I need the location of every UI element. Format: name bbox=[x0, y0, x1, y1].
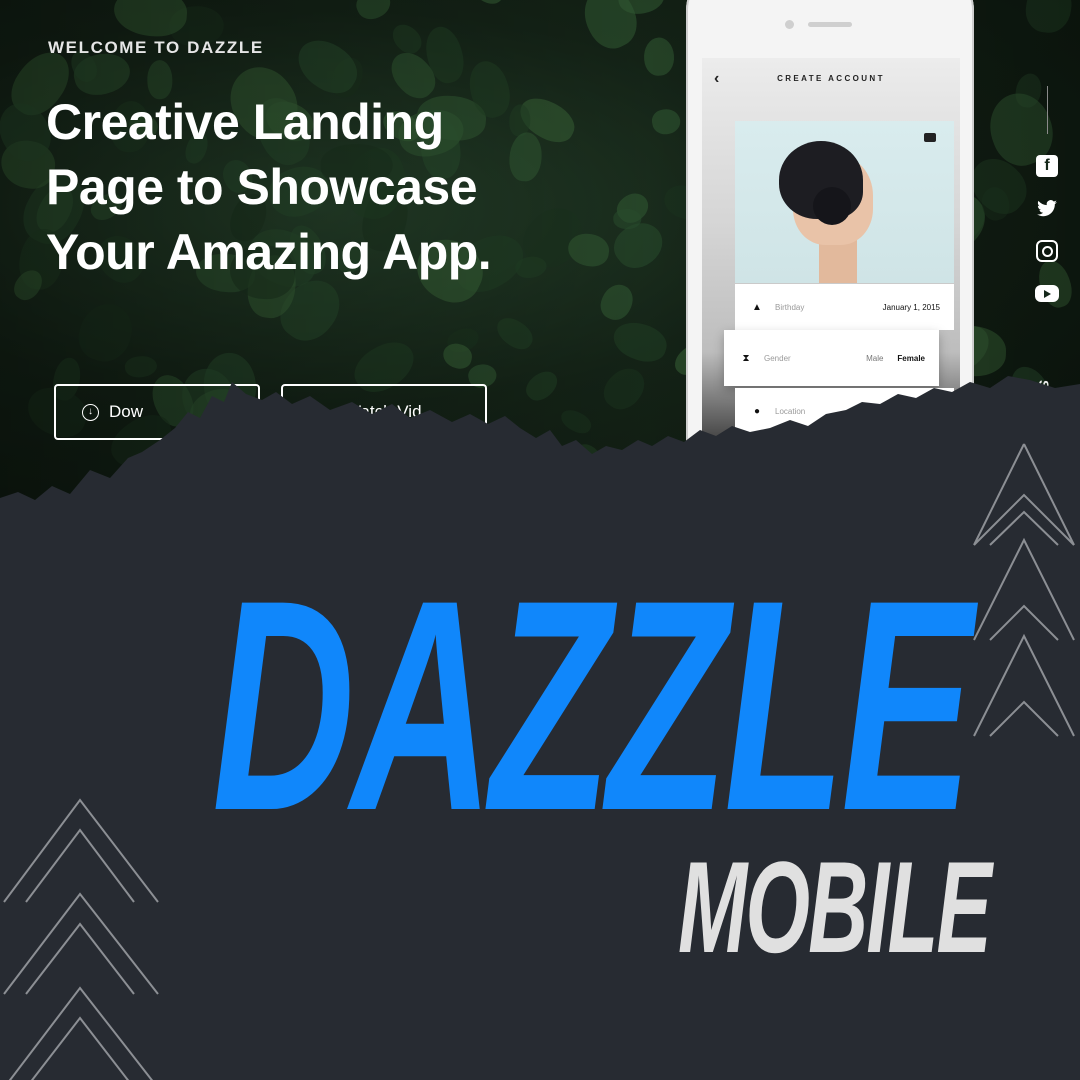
poster: WELCOME TO DAZZLE Creative Landing Page … bbox=[0, 0, 1080, 1080]
chevron-decor-left bbox=[3, 798, 159, 1080]
brand-title: DAZZLE bbox=[212, 537, 973, 873]
brand-subtitle: MOBILE bbox=[678, 834, 992, 980]
chevron-decor-right bbox=[973, 443, 1075, 737]
